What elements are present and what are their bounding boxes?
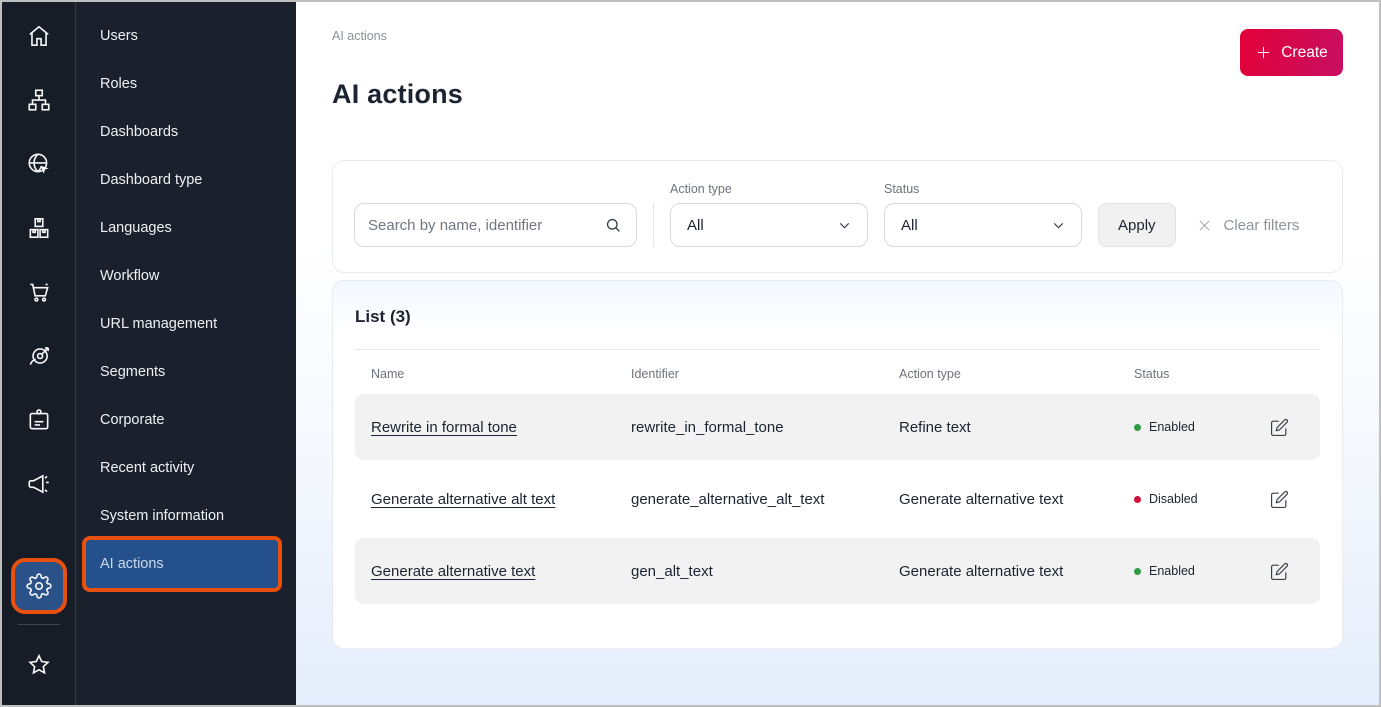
status-badge: Enabled	[1149, 564, 1195, 578]
chevron-down-icon	[836, 217, 853, 234]
status-select[interactable]: All	[884, 203, 1082, 247]
rail-bottom-group	[7, 562, 71, 697]
sitemap-icon	[26, 87, 52, 113]
edit-icon	[1270, 562, 1289, 581]
column-header-name: Name	[371, 367, 631, 381]
target-arrow-icon	[26, 343, 52, 369]
sidebar-item-dashboard-type[interactable]: Dashboard type	[76, 156, 296, 204]
row-status-cell: Disabled	[1134, 492, 1270, 506]
status-dot	[1134, 568, 1141, 575]
close-icon	[1196, 217, 1213, 234]
action-type-filter: Action type All	[670, 182, 868, 247]
row-identifier-cell: gen_alt_text	[631, 563, 899, 580]
row-name-cell: Generate alternative alt text	[371, 491, 631, 508]
megaphone-icon	[26, 471, 52, 497]
rail-item-channels[interactable]	[7, 132, 71, 196]
sidebar-item-recent-activity[interactable]: Recent activity	[76, 444, 296, 492]
status-badge: Disabled	[1149, 492, 1198, 506]
sidebar-item-ai-actions[interactable]: AI actions	[86, 540, 278, 588]
status-label: Status	[884, 182, 1082, 196]
sidebar-item-languages[interactable]: Languages	[76, 204, 296, 252]
apply-button[interactable]: Apply	[1098, 203, 1176, 247]
column-header-action-type: Action type	[899, 367, 1134, 381]
row-status-cell: Enabled	[1134, 420, 1270, 434]
rail-item-commerce[interactable]	[7, 260, 71, 324]
create-button-label: Create	[1281, 44, 1328, 62]
search-field[interactable]	[354, 203, 637, 247]
status-dot	[1134, 496, 1141, 503]
rail-item-marketing[interactable]	[7, 452, 71, 516]
gear-icon	[26, 573, 52, 599]
filter-card: Action type All Status All Apply Clear f…	[332, 160, 1343, 273]
row-action-type-cell: Refine text	[899, 419, 1134, 436]
row-name-link[interactable]: Rewrite in formal tone	[371, 419, 517, 436]
rail-item-activities[interactable]	[7, 324, 71, 388]
action-type-select[interactable]: All	[670, 203, 868, 247]
status-badge: Enabled	[1149, 420, 1195, 434]
boxes-icon	[26, 215, 52, 241]
action-type-label: Action type	[670, 182, 868, 196]
rail-item-structure[interactable]	[7, 68, 71, 132]
rail-divider	[18, 624, 60, 625]
status-value: All	[901, 217, 918, 234]
edit-icon	[1270, 490, 1289, 509]
row-action-type-cell: Generate alternative text	[899, 491, 1134, 508]
row-name-cell: Generate alternative text	[371, 563, 631, 580]
row-action-type-cell: Generate alternative text	[899, 563, 1134, 580]
globe-pointer-icon	[26, 151, 52, 177]
search-icon	[604, 216, 623, 235]
id-badge-icon	[26, 407, 52, 433]
row-name-cell: Rewrite in formal tone	[371, 419, 631, 436]
edit-button[interactable]	[1270, 562, 1304, 581]
icon-rail	[2, 2, 76, 705]
create-button[interactable]: Create	[1240, 29, 1343, 76]
chevron-down-icon	[1050, 217, 1067, 234]
edit-icon	[1270, 418, 1289, 437]
cart-icon	[26, 279, 52, 305]
rail-item-favorites[interactable]	[7, 633, 71, 697]
row-name-link[interactable]: Generate alternative text	[371, 563, 535, 580]
status-dot	[1134, 424, 1141, 431]
list-card: List (3) Name Identifier Action type Sta…	[332, 280, 1343, 649]
action-type-value: All	[687, 217, 704, 234]
sidebar-item-corporate[interactable]: Corporate	[76, 396, 296, 444]
sidebar-item-url-management[interactable]: URL management	[76, 300, 296, 348]
filter-divider	[653, 203, 654, 247]
list-title: List (3)	[355, 307, 1320, 327]
sidebar-item-system-information[interactable]: System information	[76, 492, 296, 540]
page-title: AI actions	[332, 79, 1343, 110]
app-window: Users Roles Dashboards Dashboard type La…	[0, 0, 1381, 707]
plus-icon	[1255, 44, 1272, 61]
table-row: Generate alternative text gen_alt_text G…	[355, 538, 1320, 604]
settings-sidebar: Users Roles Dashboards Dashboard type La…	[76, 2, 296, 705]
edit-button[interactable]	[1270, 418, 1304, 437]
sidebar-item-users[interactable]: Users	[76, 12, 296, 60]
column-header-identifier: Identifier	[631, 367, 899, 381]
edit-button[interactable]	[1270, 490, 1304, 509]
row-identifier-cell: rewrite_in_formal_tone	[631, 419, 899, 436]
breadcrumb: AI actions	[332, 29, 1343, 43]
table-row: Generate alternative alt text generate_a…	[355, 466, 1320, 532]
home-icon	[26, 23, 52, 49]
clear-filters-button[interactable]: Clear filters	[1192, 203, 1304, 247]
sidebar-item-segments[interactable]: Segments	[76, 348, 296, 396]
row-identifier-cell: generate_alternative_alt_text	[631, 491, 899, 508]
main-content: AI actions Create AI actions Action type…	[296, 2, 1379, 705]
table-header: Name Identifier Action type Status	[355, 350, 1320, 394]
status-filter: Status All	[884, 182, 1082, 247]
sidebar-item-roles[interactable]: Roles	[76, 60, 296, 108]
search-input[interactable]	[368, 217, 604, 234]
star-icon	[26, 652, 52, 678]
column-header-status: Status	[1134, 367, 1270, 381]
rail-item-contacts[interactable]	[7, 388, 71, 452]
rail-item-home[interactable]	[7, 4, 71, 68]
table-row: Rewrite in formal tone rewrite_in_formal…	[355, 394, 1320, 460]
sidebar-item-workflow[interactable]: Workflow	[76, 252, 296, 300]
row-name-link[interactable]: Generate alternative alt text	[371, 491, 555, 508]
sidebar-item-dashboards[interactable]: Dashboards	[76, 108, 296, 156]
clear-filters-label: Clear filters	[1224, 217, 1300, 234]
row-status-cell: Enabled	[1134, 564, 1270, 578]
rail-item-settings[interactable]	[15, 562, 63, 610]
rail-item-modules[interactable]	[7, 196, 71, 260]
